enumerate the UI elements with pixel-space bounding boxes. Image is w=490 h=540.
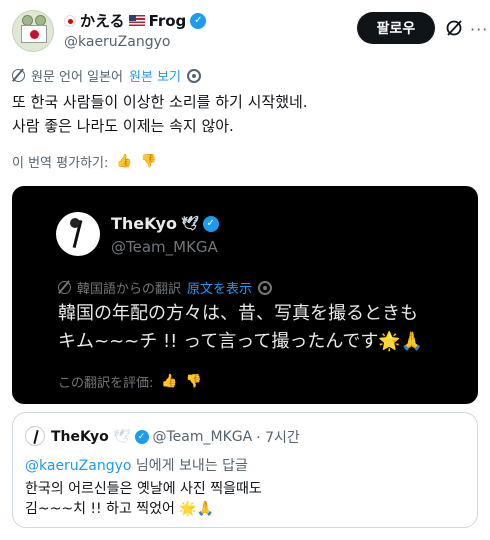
- quoted-avatar: [25, 426, 45, 446]
- dove-icon: 🕊: [112, 429, 131, 445]
- embedded-text-line: 韓国の年配の方々は、昔、写真を撮るときも: [58, 303, 418, 324]
- quoted-header: TheKyo 🕊 ✓ @Team_MKGA · 7시간: [51, 427, 300, 447]
- tweet-text-line: 또 한국 사람들이 이상한 소리를 하기 시작했네.: [12, 93, 308, 111]
- rate-translation-label: 이 번역 평가하기:: [12, 156, 109, 171]
- gear-icon: [258, 280, 273, 295]
- embedded-image-card[interactable]: TheKyo 🕊 ✓ @Team_MKGA 韓国語からの翻訳 原文を表示 韓国の…: [12, 186, 478, 404]
- grok-icon[interactable]: [444, 18, 464, 38]
- embedded-text-line: キム~~~チ !! って言って撮ったんです🌟🙏: [58, 331, 424, 352]
- embedded-rate-row: この翻訳を評価: 👍 👎: [58, 372, 202, 391]
- embedded-text: 韓国の年配の方々は、昔、写真を撮るときも キム~~~チ !! って言って撮ったん…: [58, 300, 468, 356]
- thumbs-down-icon[interactable]: 👎: [141, 154, 157, 169]
- author-display-name[interactable]: かえる Frog ✓: [64, 10, 207, 31]
- show-original-link[interactable]: 원본 보기: [129, 66, 181, 85]
- thumbs-up-icon: 👍: [161, 374, 178, 389]
- verified-icon: ✓: [190, 12, 207, 29]
- quoted-text-line: 김~~~치 !! 하고 찍었어 🌟🙏: [25, 501, 215, 517]
- verified-icon: ✓: [134, 430, 149, 444]
- tweet-text-line: 사람 좋은 나라도 이제는 속지 않아.: [12, 117, 234, 135]
- gear-icon[interactable]: [186, 68, 201, 83]
- quoted-text-line: 한국의 어르신들은 옛날에 사진 찍을때도: [25, 481, 262, 497]
- embedded-display-name: TheKyo 🕊 ✓: [111, 214, 219, 233]
- japan-flag-icon: [21, 25, 47, 43]
- dove-icon: 🕊: [180, 215, 199, 232]
- author-avatar[interactable]: [12, 10, 54, 52]
- translate-icon: [58, 281, 71, 294]
- embedded-translation-bar: 韓国語からの翻訳 原文を表示: [58, 278, 273, 297]
- reply-context: @kaeruZangyo 님에게 보내는 답글: [25, 455, 248, 475]
- thumbs-up-icon[interactable]: 👍: [116, 154, 132, 169]
- follow-button[interactable]: 팔로우: [357, 12, 435, 44]
- japan-flag-icon: [64, 14, 76, 27]
- reply-suffix: 님에게 보내는 답글: [131, 458, 248, 474]
- display-name-prefix: かえる: [80, 12, 125, 30]
- author-name-block[interactable]: かえる Frog ✓ @kaeruZangyo: [64, 10, 207, 50]
- embedded-handle: @Team_MKGA: [111, 238, 218, 256]
- thumbs-down-icon: 👎: [185, 374, 202, 389]
- more-icon[interactable]: ···: [470, 20, 488, 39]
- embedded-show-original-link: 原文を表示: [187, 282, 253, 297]
- verified-icon: ✓: [202, 215, 219, 232]
- reply-mention-link[interactable]: @kaeruZangyo: [25, 458, 131, 474]
- quoted-display-name: TheKyo: [51, 429, 109, 445]
- quoted-timestamp: · 7시간: [256, 430, 300, 446]
- embedded-name-text: TheKyo: [111, 214, 177, 233]
- translation-source-text: 원문 언어 일본어: [31, 70, 123, 85]
- tweet-text: 또 한국 사람들이 이상한 소리를 하기 시작했네. 사람 좋은 나라도 이제는…: [12, 90, 478, 138]
- quoted-handle: @Team_MKGA: [152, 429, 253, 445]
- embedded-avatar: [56, 212, 100, 256]
- display-name-suffix: Frog: [148, 11, 187, 30]
- quoted-tweet-card[interactable]: TheKyo 🕊 ✓ @Team_MKGA · 7시간 @kaeruZangyo…: [12, 412, 478, 528]
- frog-eyes-icon: [22, 15, 46, 26]
- tweet-header: かえる Frog ✓ @kaeruZangyo 팔로우 ···: [12, 10, 487, 54]
- embedded-rate-label: この翻訳を評価:: [58, 376, 154, 391]
- author-handle[interactable]: @kaeruZangyo: [64, 34, 206, 50]
- embedded-translation-label: 韓国語からの翻訳: [77, 282, 182, 297]
- rate-translation-row: 이 번역 평가하기: 👍 👎: [12, 152, 157, 171]
- translation-bar: 원문 언어 일본어 원본 보기: [12, 66, 201, 85]
- quoted-text: 한국의 어르신들은 옛날에 사진 찍을때도 김~~~치 !! 하고 찍었어 🌟🙏: [25, 479, 465, 519]
- translate-icon: [12, 69, 25, 82]
- us-flag-icon: [128, 15, 145, 26]
